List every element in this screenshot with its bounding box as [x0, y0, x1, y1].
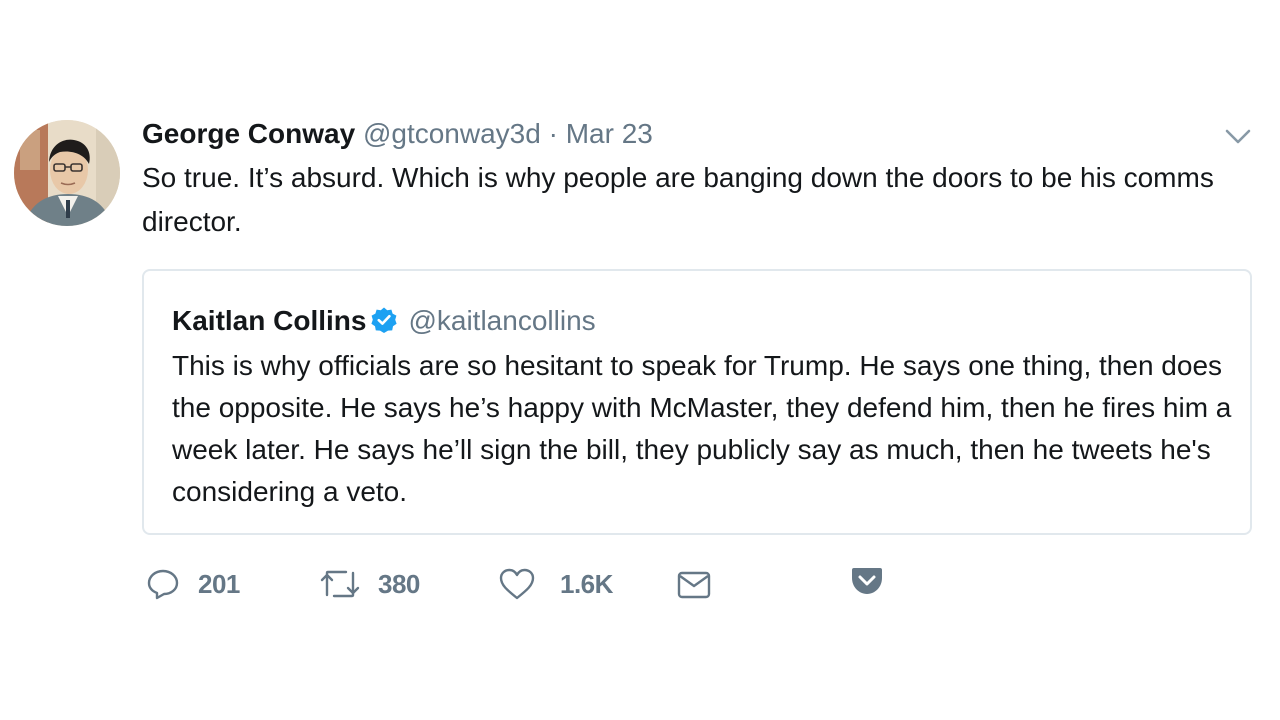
avatar[interactable] [14, 120, 120, 226]
pocket-button[interactable] [850, 556, 884, 604]
header-separator: · [548, 118, 558, 149]
reply-button[interactable]: 201 [146, 560, 240, 608]
like-icon [499, 568, 535, 600]
like-button[interactable]: 1.6K [498, 560, 613, 608]
quoted-author-handle[interactable]: @kaitlancollins [408, 305, 595, 336]
quoted-tweet-text: This is why officials are so hesitant to… [172, 350, 1232, 507]
quoted-tweet[interactable]: Kaitlan Collins @kaitlancollins This is … [142, 269, 1252, 535]
tweet-date[interactable]: Mar 23 [566, 118, 653, 149]
reply-icon [147, 569, 179, 600]
reply-count: 201 [198, 568, 240, 599]
direct-message-icon [677, 571, 711, 599]
quoted-author-name[interactable]: Kaitlan Collins [172, 305, 366, 336]
chevron-down-icon [1225, 129, 1251, 144]
retweet-button[interactable]: 380 [318, 560, 420, 608]
tweet-header: George Conway @gtconway3d · Mar 23 [142, 114, 653, 154]
verified-badge-icon [370, 305, 398, 333]
author-name[interactable]: George Conway [142, 118, 355, 149]
author-handle[interactable]: @gtconway3d [363, 118, 541, 149]
retweet-icon [320, 570, 360, 598]
tweet-text: So true. It’s absurd. Which is why peopl… [142, 162, 1214, 237]
pocket-icon [852, 568, 882, 594]
avatar-portrait [14, 120, 120, 226]
tweet: George Conway @gtconway3d · Mar 23 So tr… [0, 0, 1280, 720]
like-count: 1.6K [560, 568, 613, 599]
quoted-tweet-header: Kaitlan Collins @kaitlancollins [172, 301, 596, 341]
more-options-button[interactable] [1222, 122, 1254, 150]
retweet-count: 380 [378, 568, 420, 599]
direct-message-button[interactable] [676, 560, 712, 608]
